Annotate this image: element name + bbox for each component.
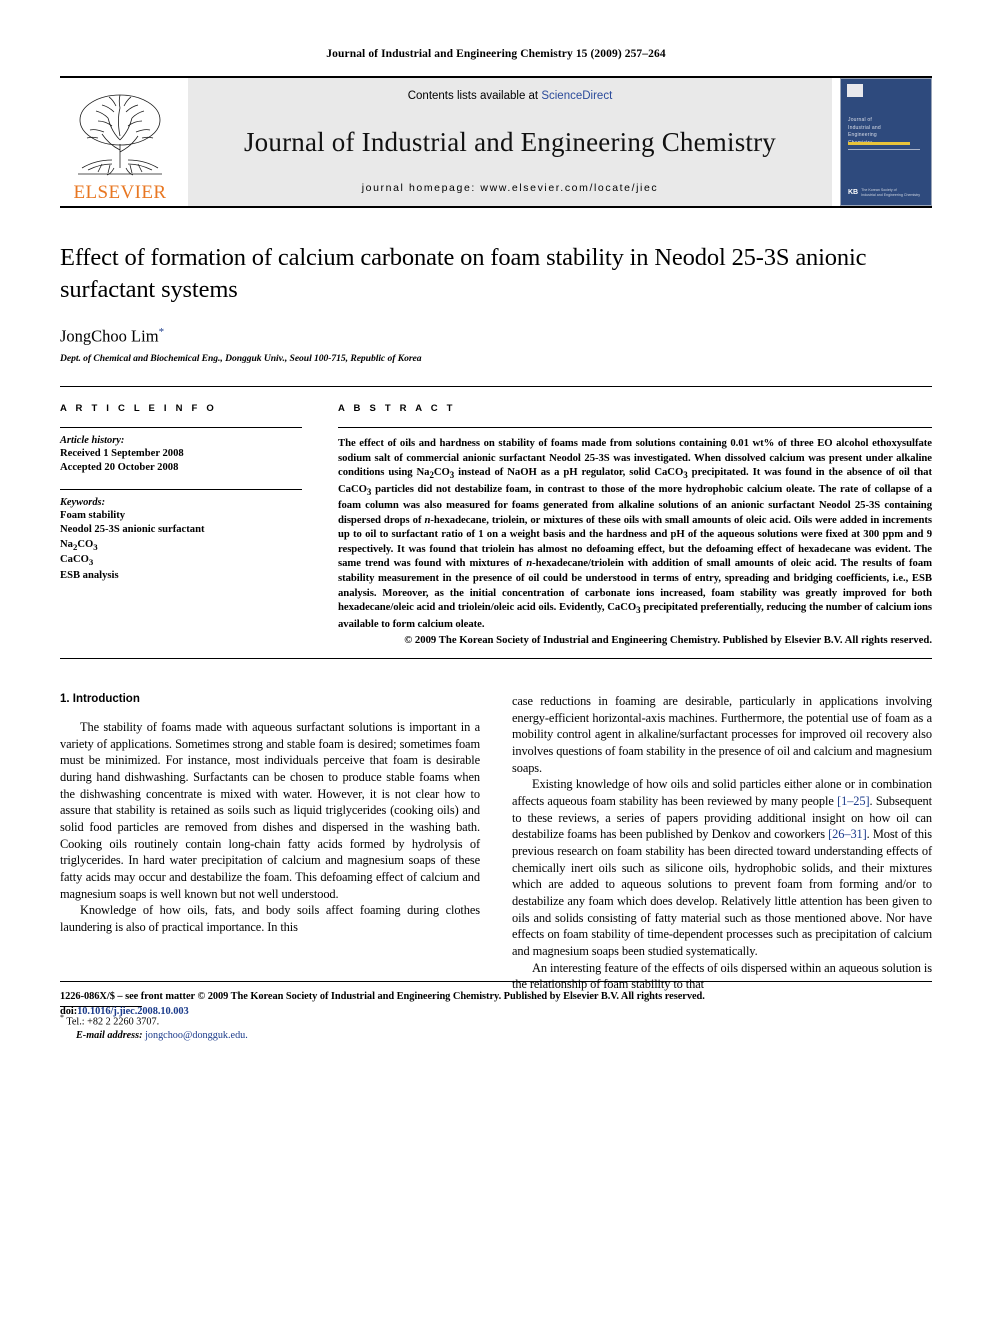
contents-prefix: Contents lists available at bbox=[407, 90, 542, 102]
footer-issn-line: 1226-086X/$ – see front matter © 2009 Th… bbox=[60, 991, 705, 1003]
section-heading-introduction: 1. Introduction bbox=[60, 692, 140, 705]
abstract-copyright: © 2009 The Korean Society of Industrial … bbox=[404, 634, 932, 647]
abstract-divider bbox=[338, 427, 932, 429]
intro-paragraph: The stability of foams made with aqueous… bbox=[60, 719, 480, 901]
keyword-item: Foam stability bbox=[60, 510, 126, 522]
intro-paragraph-continued: case reductions in foaming are desirable… bbox=[512, 693, 932, 775]
contents-available-line: Contents lists available at ScienceDirec… bbox=[408, 90, 613, 102]
footer-divider bbox=[60, 981, 932, 983]
doi-link[interactable]: 10.1016/j.jiec.2008.10.003 bbox=[77, 1006, 189, 1017]
journal-title: Journal of Industrial and Engineering Ch… bbox=[243, 126, 777, 157]
elsevier-tree-icon bbox=[78, 94, 162, 176]
title-block: Effect of formation of calcium carbonate… bbox=[60, 242, 932, 364]
journal-homepage[interactable]: journal homepage: www.elsevier.com/locat… bbox=[362, 182, 659, 194]
article-history-received: Received 1 September 2008 bbox=[60, 448, 184, 460]
cover-emblem-icon bbox=[847, 84, 863, 97]
page-title: Effect of formation of calcium carbonate… bbox=[60, 244, 867, 303]
cover-divider bbox=[848, 149, 920, 150]
abstract-text: The effect of oils and hardness on stabi… bbox=[338, 437, 932, 630]
footnote-email-label: E-mail address: bbox=[76, 1030, 143, 1042]
article-info-column: A R T I C L E I N F O Article history: R… bbox=[60, 403, 320, 648]
abstract-heading: A B S T R A C T bbox=[338, 403, 456, 415]
paper-page: Journal of Industrial and Engineering Ch… bbox=[0, 0, 992, 1044]
paragraph-part: . Most of this previous research on foam… bbox=[512, 827, 932, 958]
keyword-item: Neodol 25-3S anionic surfactant bbox=[60, 524, 205, 536]
author-affiliation: Dept. of Chemical and Biochemical Eng., … bbox=[60, 353, 422, 365]
intro-paragraph: Knowledge of how oils, fats, and body so… bbox=[60, 903, 480, 934]
journal-masthead: ELSEVIER Contents lists available at Sci… bbox=[60, 78, 932, 206]
author-line: JongChoo Lim* bbox=[60, 326, 932, 347]
masthead-center-panel: Contents lists available at ScienceDirec… bbox=[188, 78, 832, 206]
article-info-heading: A R T I C L E I N F O bbox=[60, 403, 217, 415]
abstract-bottom-divider bbox=[60, 657, 932, 659]
author-name: JongChoo Lim bbox=[60, 326, 159, 346]
title-bottom-divider bbox=[60, 386, 932, 388]
info-abstract-section: A R T I C L E I N F O Article history: R… bbox=[60, 403, 932, 648]
footnote-email: E-mail address: jongchoo@dongguk.edu. bbox=[60, 1029, 480, 1043]
citation-link-26-31[interactable]: [26–31] bbox=[828, 827, 867, 841]
elsevier-logo: ELSEVIER bbox=[60, 78, 180, 206]
cover-society-text: The Korean Society of Industrial and Eng… bbox=[861, 187, 921, 197]
keyword-item: ESB analysis bbox=[60, 570, 119, 582]
article-info-divider bbox=[60, 427, 302, 429]
keywords-divider bbox=[60, 489, 302, 491]
abstract-column: A B S T R A C T The effect of oils and h… bbox=[320, 403, 932, 648]
author-corresponding-marker[interactable]: * bbox=[159, 326, 165, 338]
keywords-label: Keywords: bbox=[60, 497, 106, 509]
sciencedirect-link[interactable]: ScienceDirect bbox=[541, 90, 612, 102]
cover-footer: KB The Korean Society of Industrial and … bbox=[848, 188, 920, 198]
intro-paragraph-with-refs: Existing knowledge of how oils and solid… bbox=[512, 776, 932, 959]
keyword-item: Na2CO3 bbox=[60, 538, 98, 552]
cover-accent-bar bbox=[848, 142, 910, 145]
citation-link-1-25[interactable]: [1–25] bbox=[837, 794, 870, 808]
elsevier-wordmark: ELSEVIER bbox=[73, 182, 167, 203]
journal-cover-thumbnail: Journal of Industrial and Engineering Ch… bbox=[840, 78, 932, 206]
masthead-bottom-divider bbox=[60, 206, 932, 208]
page-footer: 1226-086X/$ – see front matter © 2009 Th… bbox=[60, 981, 932, 1019]
footer-doi-line: doi:10.1016/j.jiec.2008.10.003 bbox=[60, 1004, 932, 1019]
keyword-item: CaCO3 bbox=[60, 554, 94, 568]
doi-prefix: doi: bbox=[60, 1006, 78, 1018]
article-history-accepted: Accepted 20 October 2008 bbox=[60, 462, 179, 474]
article-history-label: Article history: bbox=[60, 435, 125, 447]
running-head: Journal of Industrial and Engineering Ch… bbox=[326, 48, 666, 60]
cover-society-logo: KB bbox=[848, 189, 859, 197]
footnote-email-link[interactable]: jongchoo@dongguk.edu. bbox=[145, 1030, 248, 1041]
